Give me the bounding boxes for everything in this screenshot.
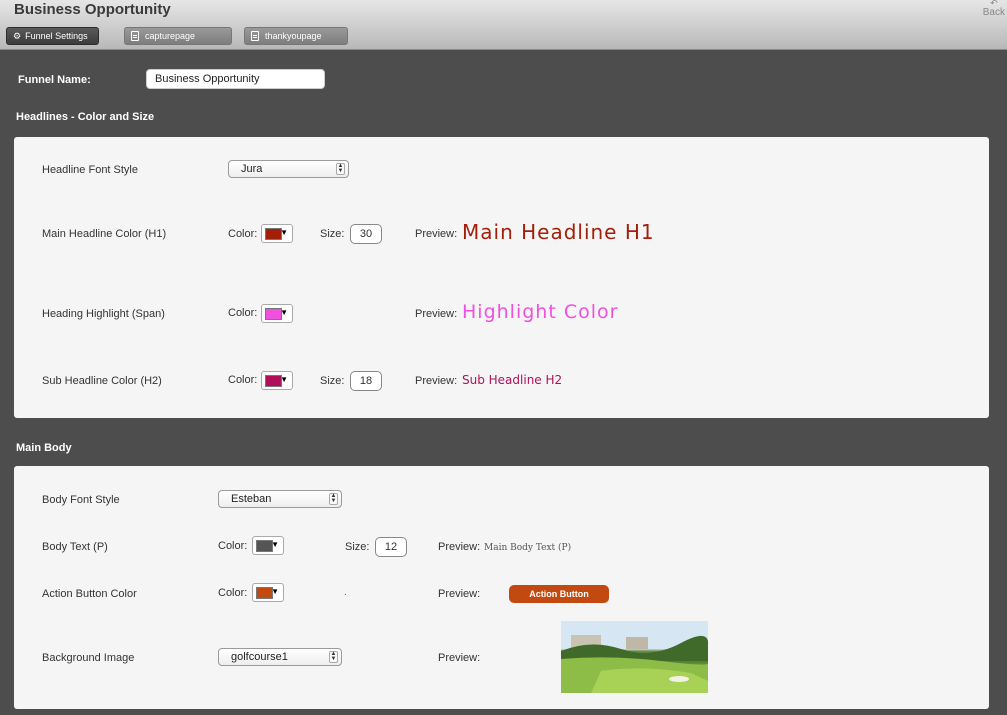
size-label: Size: bbox=[320, 228, 345, 240]
h1-preview-text: Main Headline H1 bbox=[462, 220, 655, 244]
top-bar: Business Opportunity ↶ Back ⚙ Funnel Set… bbox=[0, 0, 1007, 50]
funnel-name-input[interactable]: Business Opportunity bbox=[146, 69, 325, 89]
preview-label: Preview: bbox=[438, 652, 481, 664]
dot-marker: . bbox=[344, 587, 347, 598]
span-preview-text: Highlight Color bbox=[462, 301, 619, 323]
preview-label: Preview: bbox=[438, 541, 481, 553]
dropdown-triangle-icon: ▼ bbox=[280, 375, 288, 384]
color-label: Color: bbox=[228, 374, 258, 386]
tab-thankyoupage[interactable]: thankyoupage bbox=[244, 27, 348, 45]
size-label: Size: bbox=[320, 375, 345, 387]
h2-size-input[interactable]: 18 bbox=[350, 371, 382, 391]
action-button-color-label: Action Button Color bbox=[42, 588, 137, 600]
h2-preview-text: Sub Headline H2 bbox=[462, 373, 563, 387]
body-text-color-picker[interactable]: ▼ bbox=[252, 536, 284, 555]
color-label: Color: bbox=[228, 228, 258, 240]
action-button-color-picker[interactable]: ▼ bbox=[252, 583, 284, 602]
h2-color-picker[interactable]: ▼ bbox=[261, 371, 293, 390]
headlines-section-title: Headlines - Color and Size bbox=[16, 111, 155, 123]
background-image-select[interactable]: golfcourse1 ▲ ▼ bbox=[218, 648, 342, 666]
headline-font-style-label: Headline Font Style bbox=[42, 164, 138, 176]
page-title: Business Opportunity bbox=[14, 1, 171, 18]
action-button-preview[interactable]: Action Button bbox=[509, 585, 609, 603]
body-font-select[interactable]: Esteban ▲ ▼ bbox=[218, 490, 342, 508]
dropdown-triangle-icon: ▼ bbox=[271, 587, 279, 596]
funnel-name-label: Funnel Name: bbox=[18, 74, 91, 86]
tab-capturepage[interactable]: capturepage bbox=[124, 27, 232, 45]
h2-color-label: Sub Headline Color (H2) bbox=[42, 375, 162, 387]
back-label: Back bbox=[982, 7, 1005, 18]
tab-label: Funnel Settings bbox=[25, 31, 88, 41]
stepper-arrows-icon: ▲ ▼ bbox=[329, 493, 338, 505]
background-image-preview bbox=[561, 621, 708, 693]
span-color-picker[interactable]: ▼ bbox=[261, 304, 293, 323]
preview-label: Preview: bbox=[415, 228, 458, 240]
preview-label: Preview: bbox=[415, 308, 458, 320]
body-font-style-label: Body Font Style bbox=[42, 494, 120, 506]
tab-label: thankyoupage bbox=[265, 31, 322, 41]
tab-label: capturepage bbox=[145, 31, 196, 41]
background-image-label: Background Image bbox=[42, 652, 135, 664]
page-icon bbox=[251, 31, 259, 41]
stepper-arrows-icon: ▲ ▼ bbox=[336, 163, 345, 175]
color-label: Color: bbox=[218, 540, 248, 552]
tab-funnel-settings[interactable]: ⚙ Funnel Settings bbox=[6, 27, 99, 45]
dropdown-triangle-icon: ▼ bbox=[280, 228, 288, 237]
preview-label: Preview: bbox=[415, 375, 458, 387]
select-value: golfcourse1 bbox=[231, 651, 288, 663]
headline-font-select[interactable]: Jura ▲ ▼ bbox=[228, 160, 349, 178]
dropdown-triangle-icon: ▼ bbox=[271, 540, 279, 549]
h1-color-label: Main Headline Color (H1) bbox=[42, 228, 167, 240]
select-value: Jura bbox=[241, 163, 263, 175]
main-body-section-title: Main Body bbox=[16, 442, 72, 454]
select-value: Esteban bbox=[231, 493, 272, 505]
size-label: Size: bbox=[345, 541, 370, 553]
body-preview-text: Main Body Text (P) bbox=[484, 543, 572, 553]
color-label: Color: bbox=[218, 587, 248, 599]
h1-color-picker[interactable]: ▼ bbox=[261, 224, 293, 243]
color-label: Color: bbox=[228, 307, 258, 319]
body-size-input[interactable]: 12 bbox=[375, 537, 407, 557]
dropdown-triangle-icon: ▼ bbox=[280, 308, 288, 317]
h1-size-input[interactable]: 30 bbox=[350, 224, 382, 244]
page-icon bbox=[131, 31, 139, 41]
main-body-panel: Body Font Style Esteban ▲ ▼ Body Text (P)… bbox=[14, 466, 989, 709]
headlines-panel: Headline Font Style Jura ▲ ▼ Main Headlin… bbox=[14, 137, 989, 418]
stepper-arrows-icon: ▲ ▼ bbox=[329, 651, 338, 663]
back-button[interactable]: ↶ Back bbox=[983, 0, 1005, 18]
preview-label: Preview: bbox=[438, 588, 481, 600]
gear-icon: ⚙ bbox=[13, 30, 22, 41]
body-text-label: Body Text (P) bbox=[42, 541, 108, 553]
span-color-label: Heading Highlight (Span) bbox=[42, 308, 165, 320]
